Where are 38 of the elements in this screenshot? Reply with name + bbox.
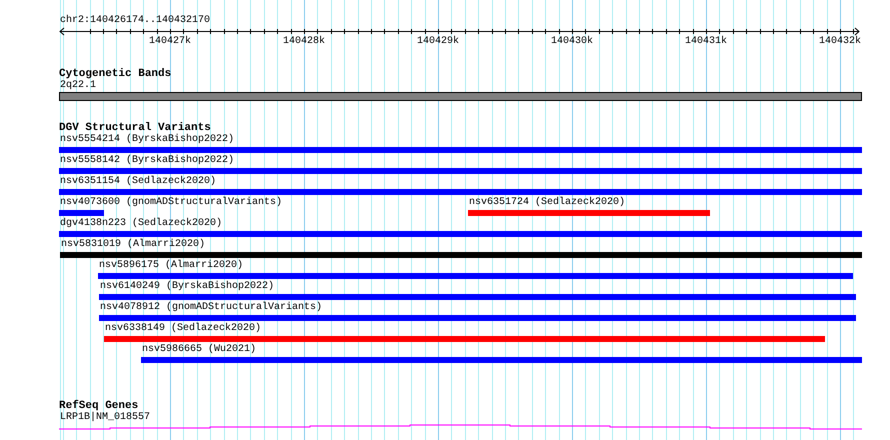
- variant-bar[interactable]: [59, 147, 862, 153]
- location-label: chr2:140426174..140432170: [60, 15, 210, 26]
- axis-tick-label: 140431k: [685, 36, 727, 47]
- feature-label[interactable]: LRP1B|NM_018557: [60, 412, 150, 423]
- variant-bar[interactable]: [59, 231, 862, 237]
- feature-label[interactable]: nsv5986665 (Wu2021): [142, 344, 256, 355]
- feature-label[interactable]: nsv4073600 (gnomADStructuralVariants): [60, 197, 282, 208]
- feature-label[interactable]: nsv6351154 (Sedlazeck2020): [60, 176, 216, 187]
- track-title: Cytogenetic Bands: [59, 68, 172, 80]
- variant-bar[interactable]: [99, 315, 856, 321]
- variant-bar[interactable]: [468, 210, 710, 216]
- axis-tick-label: 140428k: [283, 36, 325, 47]
- feature-label[interactable]: nsv6140249 (ByrskaBishop2022): [100, 281, 274, 292]
- feature-label[interactable]: nsv5554214 (ByrskaBishop2022): [60, 134, 234, 145]
- variant-bar[interactable]: [98, 273, 853, 279]
- feature-label[interactable]: dgv4138n223 (Sedlazeck2020): [60, 218, 222, 229]
- cytoband-bar[interactable]: [59, 92, 862, 101]
- track-title: DGV Structural Variants: [59, 122, 211, 134]
- track-title: RefSeq Genes: [59, 400, 138, 412]
- variant-bar[interactable]: [59, 189, 862, 195]
- feature-label[interactable]: 2q22.1: [60, 80, 96, 91]
- feature-label[interactable]: nsv5831019 (Almarri2020): [61, 239, 206, 250]
- axis-tick-label: 140429k: [417, 36, 459, 47]
- variant-bar[interactable]: [99, 294, 856, 300]
- axis-tick-label: 140430k: [551, 36, 593, 47]
- axis-tick-label: 140432k: [819, 36, 861, 47]
- feature-label[interactable]: nsv6351724 (Sedlazeck2020): [469, 197, 626, 208]
- variant-bar[interactable]: [104, 336, 825, 342]
- axis-tick-label: 140427k: [149, 36, 191, 47]
- feature-label[interactable]: nsv5558142 (ByrskaBishop2022): [60, 155, 234, 166]
- feature-label[interactable]: nsv5896175 (Almarri2020): [99, 260, 244, 271]
- variant-bar[interactable]: [59, 210, 104, 216]
- variant-bar[interactable]: [141, 357, 862, 363]
- feature-label[interactable]: nsv4078912 (gnomADStructuralVariants): [100, 302, 322, 313]
- feature-label[interactable]: nsv6338149 (Sedlazeck2020): [105, 323, 262, 334]
- gene-drawing[interactable]: [59, 424, 862, 430]
- variant-bar[interactable]: [60, 252, 862, 258]
- variant-bar[interactable]: [59, 168, 862, 174]
